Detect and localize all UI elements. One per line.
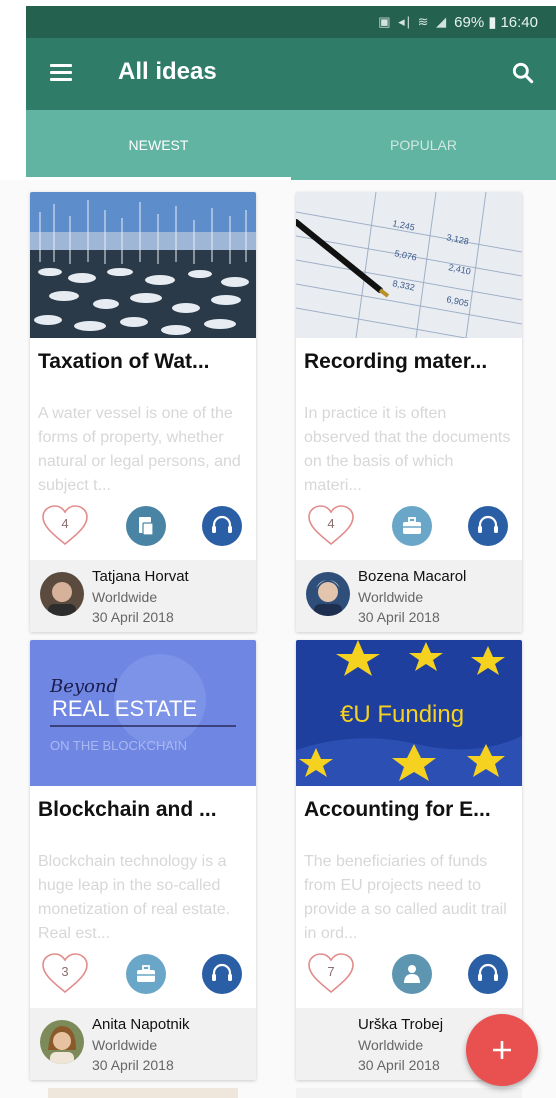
card-image-eu-funding: €U Funding	[296, 640, 522, 786]
headset-icon	[478, 963, 498, 981]
card-image-ledger: 1,245 3,128 5,076 2,410 8,332 6,905	[296, 192, 522, 338]
like-count: 7	[327, 964, 335, 979]
like-count: 4	[61, 516, 69, 531]
headset-icon	[212, 515, 232, 533]
author-name: Anita Napotnik	[92, 1016, 190, 1033]
image-text-eu-funding: €U Funding	[340, 701, 464, 728]
author-name: Bozena Macarol	[358, 568, 467, 585]
battery-level: 69%	[454, 13, 485, 31]
tab-bar: NEWEST POPULAR	[26, 110, 556, 180]
like-count: 3	[61, 964, 69, 979]
page-title: All ideas	[118, 58, 217, 85]
author-name: Tatjana Horvat	[92, 568, 189, 585]
post-date: 30 April 2018	[358, 1057, 440, 1073]
tab-newest[interactable]: NEWEST	[26, 110, 291, 180]
next-card-peek	[48, 1088, 238, 1098]
image-text-real-estate: REAL ESTATE	[52, 696, 197, 721]
card-actions: 4	[306, 504, 512, 552]
category-button[interactable]	[392, 506, 432, 546]
like-button[interactable]: 3	[40, 952, 90, 996]
support-button[interactable]	[468, 506, 508, 546]
card-actions: 7	[306, 952, 512, 1000]
author-location: Worldwide	[358, 589, 424, 605]
document-icon	[139, 517, 154, 536]
card-excerpt: A water vessel is one of the forms of pr…	[38, 405, 241, 494]
author-info: Bozena Macarol Worldwide 30 April 2018	[296, 560, 522, 632]
card-excerpt: In practice it is often observed that th…	[304, 405, 511, 494]
idea-card[interactable]: Taxation of Wat... A water vessel is one…	[30, 192, 256, 632]
image-text-blockchain: ON THE BLOCKCHAIN	[50, 738, 187, 753]
author-location: Worldwide	[92, 1037, 158, 1053]
avatar	[40, 572, 84, 616]
headset-icon	[478, 515, 498, 533]
support-button[interactable]	[202, 954, 242, 994]
next-card-peek	[296, 1088, 522, 1098]
card-actions: 4	[40, 504, 246, 552]
briefcase-icon	[403, 517, 421, 534]
people-icon	[404, 965, 420, 983]
author-info: Tatjana Horvat Worldwide 30 April 2018	[30, 560, 256, 632]
card-title: Taxation of Wat...	[38, 350, 210, 373]
battery-icon: ▮	[488, 14, 497, 31]
status-icons: ▣ ◂| ≋ ◢	[378, 14, 449, 29]
app-bar: All ideas	[26, 38, 556, 110]
card-image-blockchain: Beyond REAL ESTATE ON THE BLOCKCHAIN	[30, 640, 256, 786]
clock: 16:40	[500, 13, 538, 31]
category-button[interactable]	[392, 954, 432, 994]
post-date: 30 April 2018	[358, 609, 440, 625]
support-button[interactable]	[202, 506, 242, 546]
status-bar: ▣ ◂| ≋ ◢ 69% ▮ 16:40	[26, 6, 556, 38]
avatar	[306, 572, 350, 616]
like-count: 4	[327, 516, 335, 531]
card-actions: 3	[40, 952, 246, 1000]
headset-icon	[212, 963, 232, 981]
idea-card[interactable]: 1,245 3,128 5,076 2,410 8,332 6,905 Recordi…	[296, 192, 522, 632]
card-excerpt: The beneficiaries of funds from EU proje…	[304, 853, 507, 942]
category-button[interactable]	[126, 954, 166, 994]
idea-card[interactable]: Beyond REAL ESTATE ON THE BLOCKCHAIN Blo…	[30, 640, 256, 1080]
image-text-beyond: Beyond	[49, 676, 118, 697]
support-button[interactable]	[468, 954, 508, 994]
card-title: Accounting for E...	[304, 798, 491, 821]
briefcase-icon	[137, 965, 155, 982]
card-image-marina	[30, 192, 256, 338]
author-name: Urška Trobej	[358, 1016, 444, 1033]
add-idea-button[interactable]	[466, 1014, 538, 1086]
post-date: 30 April 2018	[92, 609, 174, 625]
like-button[interactable]: 7	[306, 952, 356, 996]
idea-card[interactable]: €U Funding Accounting for E... The benef…	[296, 640, 522, 1080]
category-button[interactable]	[126, 506, 166, 546]
author-info: Anita Napotnik Worldwide 30 April 2018	[30, 1008, 256, 1080]
author-location: Worldwide	[358, 1037, 424, 1053]
hamburger-menu-icon[interactable]	[50, 64, 72, 82]
like-button[interactable]: 4	[306, 504, 356, 548]
card-excerpt: Blockchain technology is a huge leap in …	[38, 853, 231, 942]
avatar	[40, 1020, 84, 1064]
search-icon[interactable]	[510, 60, 536, 86]
card-title: Blockchain and ...	[38, 798, 217, 821]
card-title: Recording mater...	[304, 350, 488, 373]
author-location: Worldwide	[92, 589, 158, 605]
plus-icon	[493, 1041, 511, 1059]
tab-popular[interactable]: POPULAR	[291, 110, 556, 180]
like-button[interactable]: 4	[40, 504, 90, 548]
post-date: 30 April 2018	[92, 1057, 174, 1073]
